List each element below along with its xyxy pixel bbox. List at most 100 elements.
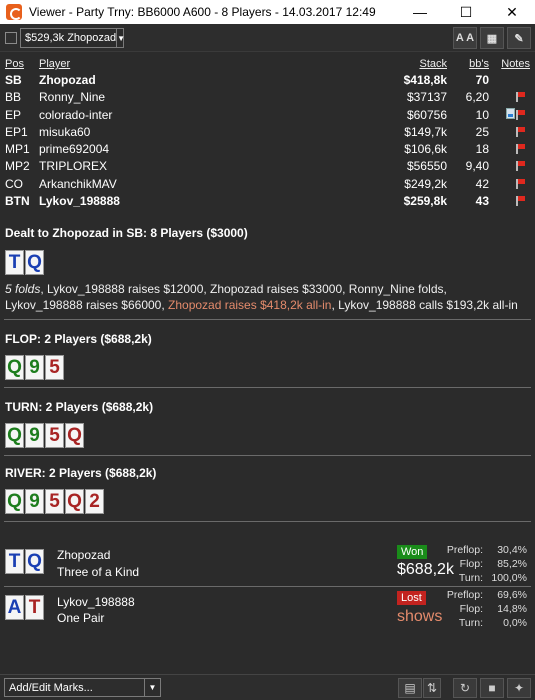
- flag-icon[interactable]: [516, 178, 525, 189]
- playing-card: T: [25, 595, 44, 620]
- preflop-heading: Dealt to Zhopozad in SB: 8 Players ($300…: [5, 226, 248, 240]
- twitter-icon[interactable]: ✦: [507, 678, 531, 698]
- divider: [4, 319, 531, 320]
- playing-card: Q: [5, 423, 24, 448]
- playing-card: T: [5, 549, 24, 574]
- hero-action-text: Zhopozad raises $418,2k all-in: [168, 298, 332, 312]
- stack-cell: $37137: [406, 90, 447, 105]
- header-pos[interactable]: Pos: [5, 58, 24, 70]
- playing-card: 9: [25, 423, 44, 448]
- playing-card: 2: [85, 489, 104, 514]
- bbs-cell: 43: [475, 194, 489, 209]
- playing-card: 5: [45, 489, 64, 514]
- playing-card: Q: [5, 489, 24, 514]
- table-row[interactable]: EP colorado-inter $60756 10: [0, 106, 535, 123]
- marks-select[interactable]: Add/Edit Marks... ▼: [4, 678, 161, 697]
- loser-cards: AT: [5, 595, 45, 620]
- stack-cell: $56550: [406, 159, 447, 174]
- playing-card: Q: [65, 423, 84, 448]
- header-notes[interactable]: Notes: [501, 58, 530, 70]
- up-down-icon[interactable]: ⇅: [423, 678, 441, 698]
- hole-cards: TQ: [5, 250, 45, 275]
- winner-cards: TQ: [5, 549, 45, 574]
- table-row[interactable]: BTN Lykov_198888 $259,8k 43: [0, 192, 535, 209]
- flag-icon[interactable]: [516, 126, 525, 137]
- player-name-cell: ArkanchikMAV: [39, 176, 117, 191]
- table-row[interactable]: MP2 TRIPLOREX $56550 9,40: [0, 157, 535, 174]
- refresh-icon[interactable]: ↻: [453, 678, 477, 698]
- close-button[interactable]: ✕: [489, 0, 535, 24]
- preflop-label: Preflop:: [446, 544, 483, 556]
- position-cell: EP1: [5, 124, 28, 139]
- preflop-equity: 30,4%: [497, 544, 527, 556]
- winner-hand: Three of a Kind: [57, 565, 140, 579]
- playing-card: Q: [25, 549, 44, 574]
- window-title: Viewer - Party Trny: BB6000 A600 - 8 Pla…: [29, 5, 376, 19]
- result-loser: AT Lykov_198888 One Pair Lost shows Pref…: [0, 588, 535, 630]
- table-row[interactable]: BB Ronny_Nine $37137 6,20: [0, 88, 535, 105]
- playing-card: T: [5, 250, 24, 275]
- table-row[interactable]: MP1 prime692004 $106,6k 18: [0, 140, 535, 157]
- title-bar: Viewer - Party Trny: BB6000 A600 - 8 Pla…: [0, 0, 535, 24]
- save-icon[interactable]: ■: [480, 678, 504, 698]
- header-stack[interactable]: Stack: [419, 58, 447, 70]
- maximize-button[interactable]: ☐: [443, 0, 489, 24]
- app-logo-icon: [6, 4, 22, 20]
- playing-card: A: [5, 595, 24, 620]
- table-row[interactable]: SB Zhopozad $418,8k 70: [0, 71, 535, 88]
- player-name-cell: prime692004: [39, 142, 110, 157]
- player-name-cell: colorado-inter: [39, 107, 113, 122]
- bbs-cell: 9,40: [465, 159, 489, 174]
- flop-label: Flop:: [459, 558, 483, 570]
- loser-name: Lykov_198888: [57, 595, 135, 609]
- grid-button[interactable]: ▦: [480, 27, 504, 49]
- player-name-cell: Zhopozad: [39, 73, 96, 87]
- action-text-2: , Lykov_198888 calls $193,2k all-in: [331, 298, 518, 312]
- header-bbs[interactable]: bb's: [469, 58, 489, 70]
- flop-heading: FLOP: 2 Players ($688,2k): [5, 332, 152, 346]
- table-header: Pos Player Stack bb's Notes: [0, 58, 535, 71]
- bbs-cell: 6,20: [465, 90, 489, 105]
- chevron-down-icon[interactable]: ▼: [116, 29, 125, 47]
- bbs-cell: 25: [475, 124, 489, 139]
- position-cell: BB: [5, 90, 22, 105]
- playing-card: Q: [25, 250, 44, 275]
- player-name-cell: misuka60: [39, 124, 91, 139]
- player-select-value: $529,3k Zhopozad: [25, 32, 117, 44]
- bottom-bar: Add/Edit Marks... ▼ ▤ ⇅ ↻ ■ ✦: [0, 674, 535, 700]
- position-cell: MP2: [5, 159, 30, 174]
- header-player[interactable]: Player: [39, 58, 70, 70]
- playing-card: 5: [45, 423, 64, 448]
- table-row[interactable]: CO ArkanchikMAV $249,2k 42: [0, 175, 535, 192]
- playing-card: Q: [5, 355, 24, 380]
- edit-icon[interactable]: ✎: [507, 27, 531, 49]
- player-table: Pos Player Stack bb's Notes SB Zhopozad $4…: [0, 58, 535, 209]
- flag-icon[interactable]: [516, 196, 525, 207]
- divider: [4, 387, 531, 388]
- flag-icon[interactable]: [516, 109, 525, 120]
- flag-icon[interactable]: [516, 161, 525, 172]
- chevron-down-icon[interactable]: ▼: [144, 679, 160, 696]
- flag-icon[interactable]: [516, 144, 525, 155]
- bbs-cell: 42: [475, 176, 489, 191]
- minimize-button[interactable]: —: [397, 0, 443, 24]
- font-size-button[interactable]: A A: [453, 27, 477, 49]
- playing-card: 9: [25, 489, 44, 514]
- clipboard-icon[interactable]: ▤: [398, 678, 422, 698]
- won-badge: Won: [397, 545, 428, 559]
- position-cell: EP: [5, 107, 22, 122]
- player-select[interactable]: $529,3k Zhopozad ▼: [20, 28, 125, 48]
- flag-icon[interactable]: [516, 92, 525, 103]
- stack-cell: $249,2k: [404, 176, 447, 191]
- winner-amount: $688,2k: [397, 561, 454, 578]
- position-cell: SB: [5, 73, 22, 87]
- bbs-cell: 18: [475, 142, 489, 157]
- table-row[interactable]: EP1 misuka60 $149,7k 25: [0, 123, 535, 140]
- note-icon[interactable]: [506, 107, 515, 119]
- preflop-action: 5 folds, Lykov_198888 raises $12000, Zho…: [5, 281, 525, 313]
- select-checkbox[interactable]: [5, 32, 17, 44]
- divider: [4, 455, 531, 456]
- position-cell: MP1: [5, 142, 30, 157]
- flop-cards: Q95: [5, 355, 65, 380]
- flop-equity: 14,8%: [497, 603, 527, 615]
